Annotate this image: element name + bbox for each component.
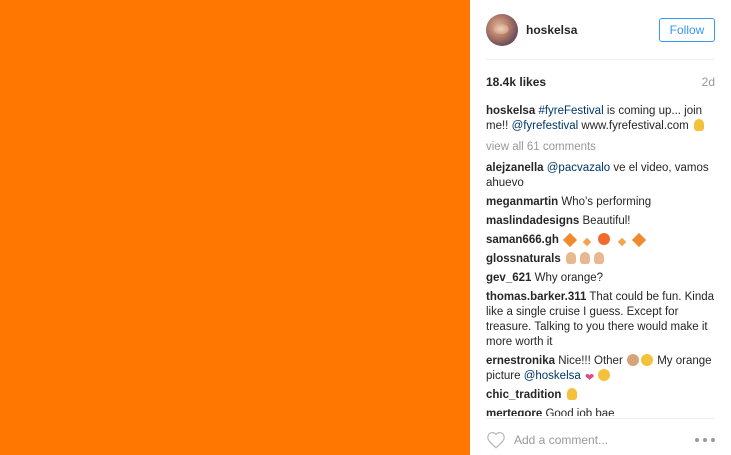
stats-row: 18.4k likes 2d xyxy=(486,75,715,89)
orange-diamond-icon xyxy=(631,232,646,248)
comment-username[interactable]: alejzanella xyxy=(486,162,544,174)
avatar[interactable] xyxy=(486,14,518,46)
post-header: hoskelsa Follow xyxy=(486,14,715,46)
comment-username[interactable]: gev_621 xyxy=(486,272,531,284)
ok-hand-icon xyxy=(593,252,604,264)
comment-username[interactable]: glossnaturals xyxy=(486,253,561,265)
comment-text: Who's performing xyxy=(561,196,652,208)
hand-horns-icon xyxy=(693,119,704,131)
comment-item: glossnaturals xyxy=(486,252,715,267)
comment-username[interactable]: maslindadesigns xyxy=(486,215,579,227)
comment-username[interactable]: chic_tradition xyxy=(486,389,561,401)
ok-hand-icon xyxy=(566,388,577,400)
comment-item: gev_621 Why orange? xyxy=(486,271,715,286)
comment-item: maslindadesigns Beautiful! xyxy=(486,214,715,229)
small-diamond-icon xyxy=(617,237,626,247)
header-username[interactable]: hoskelsa xyxy=(526,23,659,37)
caption: hoskelsa #fyreFestival is coming up... j… xyxy=(486,104,715,134)
heart-emoji-icon: ❤ xyxy=(584,372,595,384)
comments-list[interactable]: hoskelsa #fyreFestival is coming up... j… xyxy=(486,104,715,416)
post-image[interactable] xyxy=(0,0,470,455)
comment-mention[interactable]: @hoskelsa xyxy=(524,370,581,382)
more-options-icon[interactable] xyxy=(695,437,715,443)
caption-username[interactable]: hoskelsa xyxy=(486,105,535,117)
small-diamond-icon xyxy=(583,237,592,247)
view-all-comments-link[interactable]: view all 61 comments xyxy=(486,140,715,155)
comment-text: Good job bae xyxy=(545,408,615,416)
comment-username[interactable]: ernestronika xyxy=(486,355,555,367)
header-divider xyxy=(486,59,715,60)
caption-link-text: www.fyrefestival.com xyxy=(578,120,692,132)
comment-mention[interactable]: @pacvazalo xyxy=(547,162,610,174)
comment-text: Nice!!! Other xyxy=(558,355,623,367)
comment-username[interactable]: mertegore xyxy=(486,408,542,416)
comment-item: ernestronika Nice!!! Other My orange pic… xyxy=(486,354,715,384)
heart-icon[interactable] xyxy=(486,431,506,449)
follow-button[interactable]: Follow xyxy=(659,18,715,42)
comment-username[interactable]: meganmartin xyxy=(486,196,558,208)
comment-username[interactable]: saman666.gh xyxy=(486,234,559,246)
face-icon xyxy=(598,233,611,245)
comment-username[interactable]: thomas.barker.311 xyxy=(486,291,586,303)
comment-item: thomas.barker.311 That could be fun. Kin… xyxy=(486,290,715,350)
caption-hashtag[interactable]: #fyreFestival xyxy=(538,105,603,117)
post-side-panel: hoskelsa Follow 18.4k likes 2d hoskelsa … xyxy=(470,0,731,455)
caption-mention[interactable]: @fyrefestival xyxy=(512,120,579,132)
comment-item: saman666.gh xyxy=(486,232,715,248)
comment-item: mertegore Good job bae xyxy=(486,407,715,416)
comment-item: alejzanella @pacvazalo ve el video, vamo… xyxy=(486,161,715,191)
ok-hand-icon xyxy=(565,252,576,264)
orange-diamond-icon xyxy=(563,232,578,248)
comment-item: chic_tradition xyxy=(486,388,715,403)
comment-text: Why orange? xyxy=(534,272,604,284)
comment-item: meganmartin Who's performing xyxy=(486,195,715,210)
person-icon xyxy=(597,369,610,381)
comment-footer xyxy=(486,428,715,452)
comment-text: Beautiful! xyxy=(582,215,631,227)
post-time[interactable]: 2d xyxy=(702,75,715,89)
footer-divider xyxy=(486,418,715,419)
person-icon xyxy=(641,354,653,366)
person-icon xyxy=(627,354,639,366)
likes-count[interactable]: 18.4k likes xyxy=(486,75,546,89)
add-comment-input[interactable] xyxy=(514,433,695,447)
ok-hand-icon xyxy=(579,252,590,264)
